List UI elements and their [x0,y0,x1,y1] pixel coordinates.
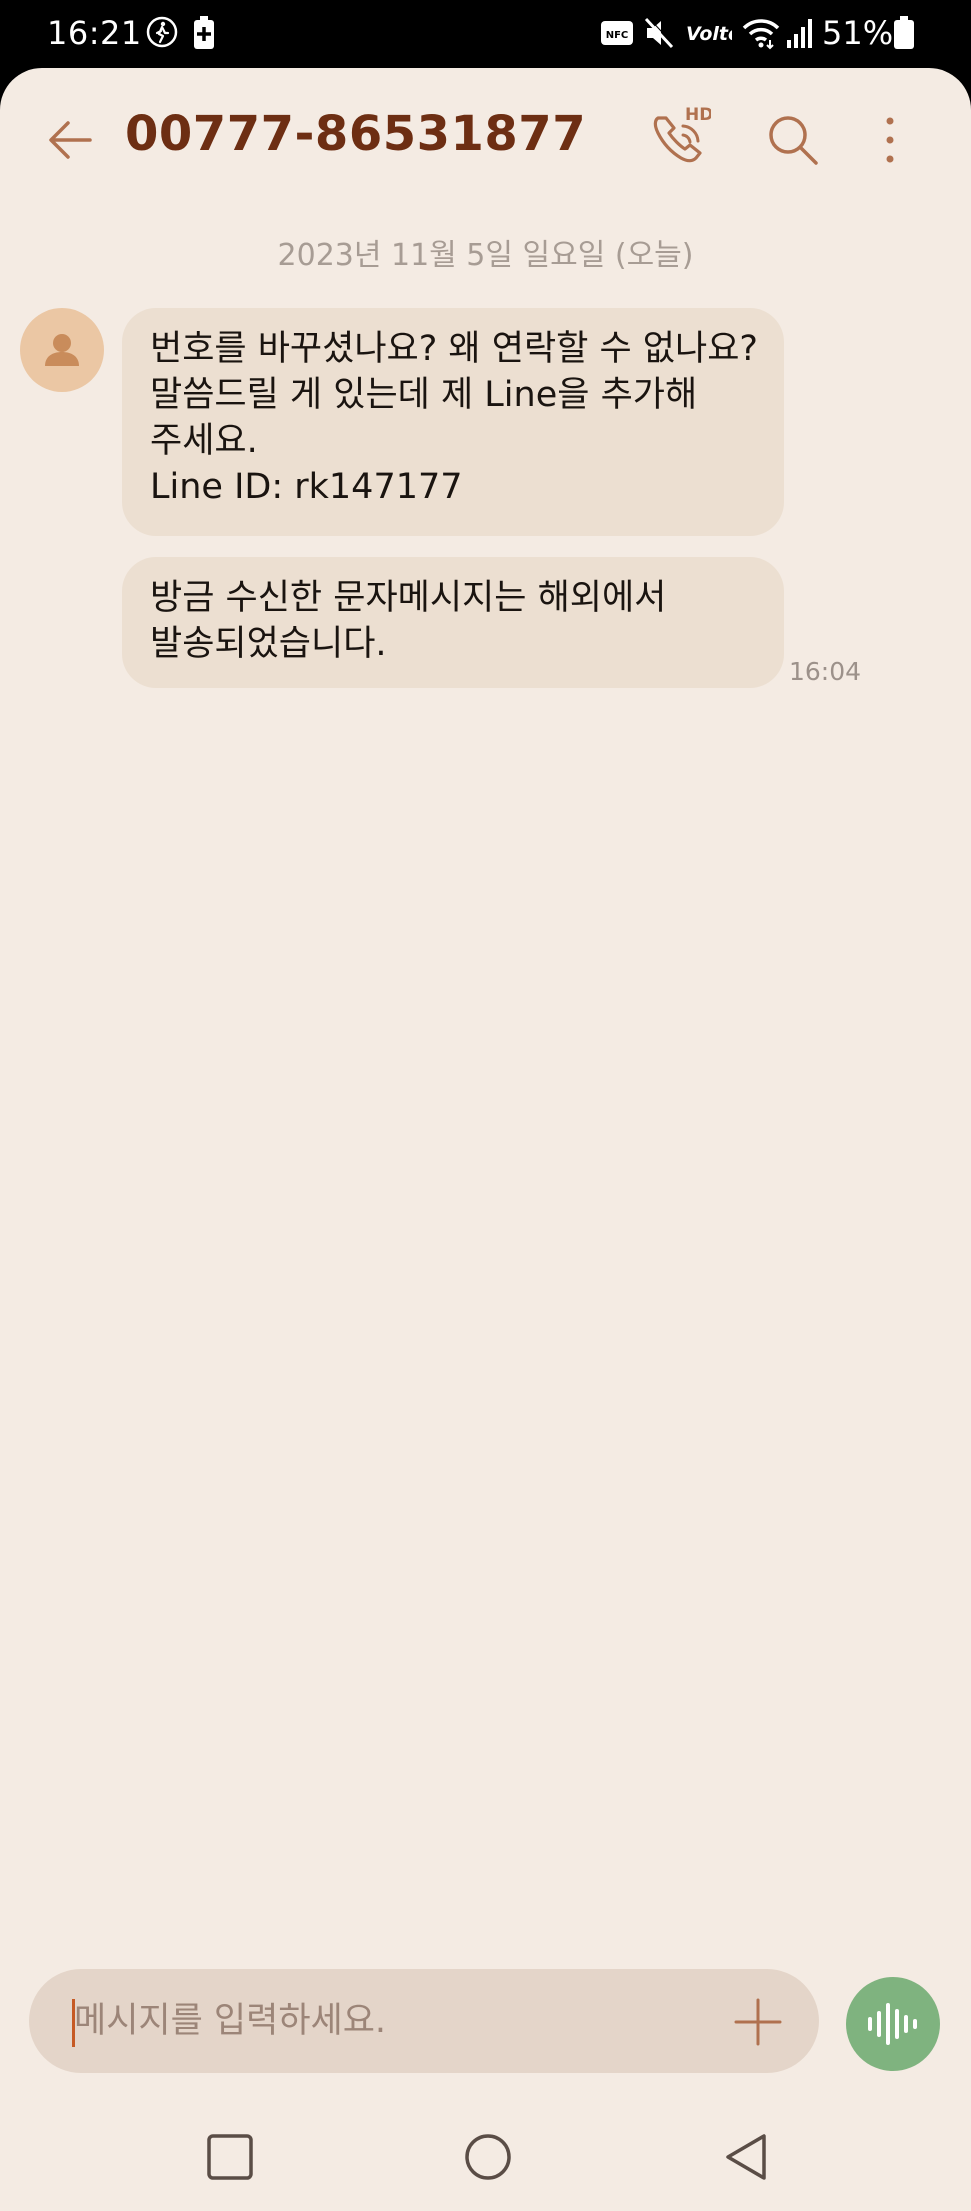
hd-call-icon[interactable]: HD [645,102,711,170]
status-bar: 16:21 NFC Volte 51% [0,0,971,68]
plus-icon[interactable] [733,1997,783,2047]
volte-icon: Volte [686,23,732,45]
message-line: Line ID: rk147177 [150,467,463,507]
message-bubble[interactable]: 번호를 바꾸셨나요? 왜 연락할 수 없나요? 말씀드릴 게 있는데 제 Lin… [122,308,784,536]
hd-badge: HD [685,105,711,125]
recent-apps-icon[interactable] [202,2129,258,2185]
contact-title: 00777-86531877 [125,106,587,162]
message-timestamp: 16:04 [789,657,862,686]
nfc-icon: NFC [601,21,633,45]
mute-icon [644,16,675,49]
battery-percent: 51% [822,14,894,52]
voice-input-button[interactable] [846,1977,940,2071]
contact-avatar[interactable] [20,308,104,392]
back-arrow-icon[interactable] [40,109,102,171]
home-icon[interactable] [460,2129,516,2185]
message-line: 발송되었습니다. [150,624,387,664]
person-icon [45,334,79,366]
message-bubble[interactable]: 방금 수신한 문자메시지는 해외에서 발송되었습니다. [122,557,784,688]
nfc-label: NFC [606,30,629,41]
message-input[interactable] [74,1996,714,2046]
battery-plus-icon [194,16,214,49]
wifi-icon [742,19,780,50]
message-line: 방금 수신한 문자메시지는 해외에서 [150,578,667,618]
voice-waveform-icon [868,2003,917,2045]
conversation-screen: 00777-86531877 HD 2023년 11월 5일 일요일 (오늘) … [0,68,971,2211]
message-composer [29,1969,819,2073]
signal-icon [787,19,812,48]
date-separator: 2023년 11월 5일 일요일 (오늘) [277,238,694,273]
battery-icon [894,16,914,49]
message-line: 주세요. [150,421,258,461]
message-line: 말씀드릴 게 있는데 제 Line을 추가해 [150,375,698,415]
volte-label: Volte [686,23,732,45]
top-app-bar: 00777-86531877 HD [0,68,971,208]
walking-icon [146,16,178,48]
search-icon[interactable] [763,110,823,170]
status-time: 16:21 [47,14,142,52]
message-line: 번호를 바꾸셨나요? 왜 연락할 수 없나요? [150,329,758,369]
back-nav-icon[interactable] [718,2129,774,2185]
more-options-icon[interactable] [872,110,908,170]
